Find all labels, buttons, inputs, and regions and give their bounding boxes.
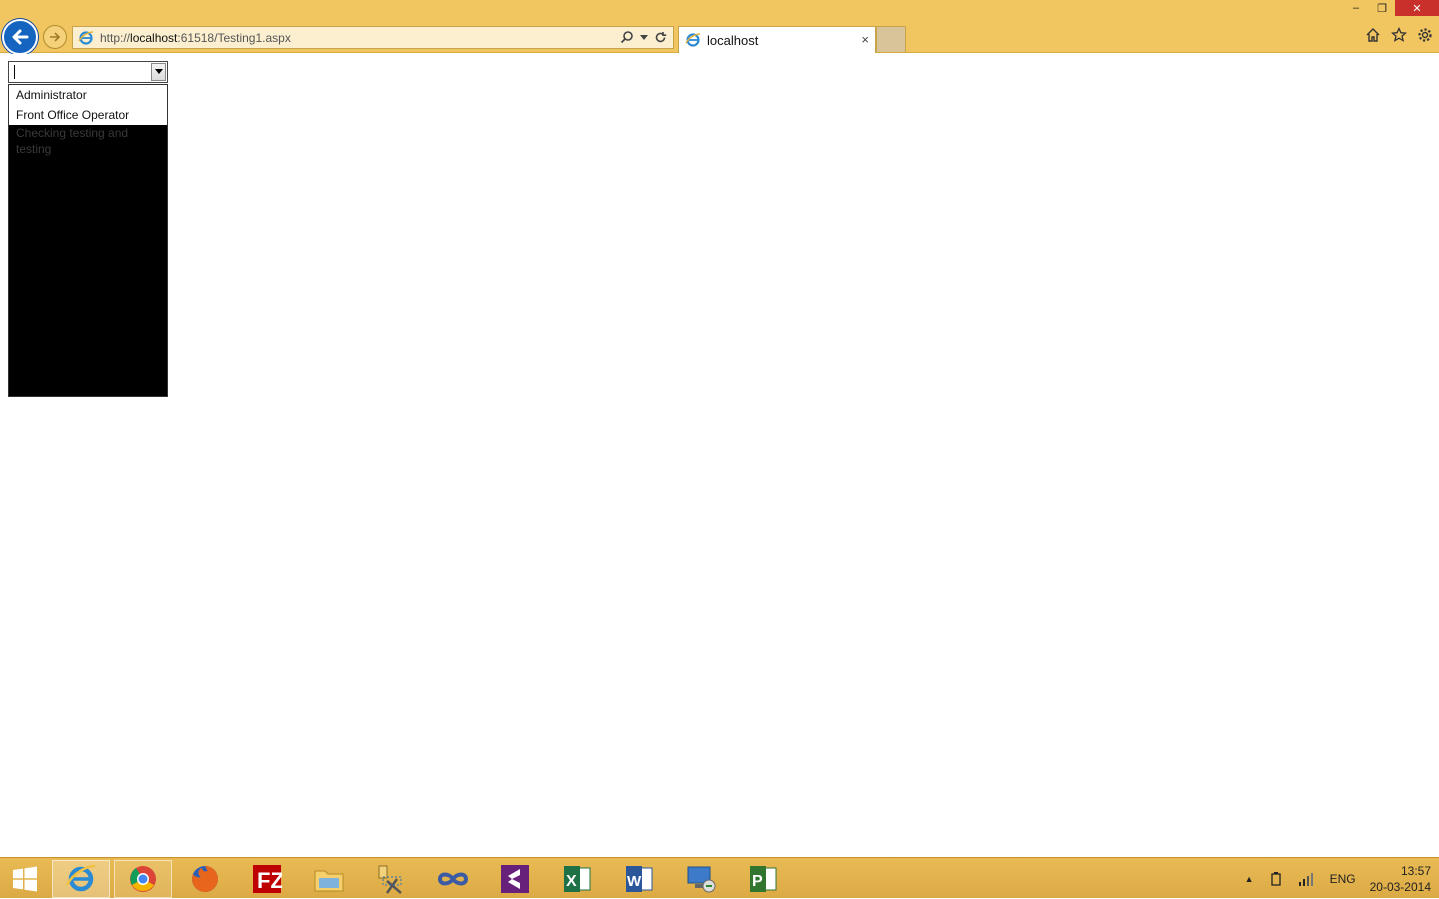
clock[interactable]: 13:57 20-03-2014: [1370, 863, 1431, 895]
new-tab-button[interactable]: [876, 26, 906, 52]
forward-button[interactable]: [43, 25, 67, 49]
dropdown-list: Administrator Front Office Operator Chec…: [8, 84, 168, 397]
taskbar-tools[interactable]: [362, 860, 420, 898]
tab-label: localhost: [707, 32, 759, 48]
tab-localhost[interactable]: localhost ×: [678, 26, 876, 53]
svg-text:FZ: FZ: [257, 868, 282, 893]
taskbar-remote-desktop[interactable]: [672, 860, 730, 898]
chrome-icon: [130, 866, 156, 892]
ie-page-icon: [78, 30, 94, 45]
visual-studio-icon: [501, 865, 529, 893]
word-icon: W: [626, 866, 653, 892]
star-icon[interactable]: [1391, 27, 1407, 43]
firefox-icon: [192, 866, 218, 892]
option-checking-testing[interactable]: Checking testing and testing: [9, 125, 149, 157]
minimize-button[interactable]: –: [1343, 0, 1369, 16]
svg-text:P: P: [752, 873, 763, 890]
text-caret: [14, 65, 15, 79]
remote-desktop-icon: [687, 866, 716, 893]
taskbar-excel[interactable]: X: [548, 860, 606, 898]
filezilla-icon: FZ: [253, 865, 282, 893]
ie-page-icon: [685, 33, 701, 47]
infinity-icon: [437, 872, 469, 886]
dropdown-button[interactable]: [151, 63, 166, 81]
taskbar-file-explorer[interactable]: [300, 860, 358, 898]
role-input[interactable]: [10, 63, 150, 81]
taskbar-word[interactable]: W: [610, 860, 668, 898]
chevron-down-icon[interactable]: [640, 33, 648, 41]
browser-toolbar: – ❐ ✕ http://localhost:61518/Testing1.as…: [0, 0, 1439, 55]
taskbar-firefox[interactable]: [176, 860, 234, 898]
role-combobox[interactable]: [8, 61, 168, 83]
window-controls: – ❐ ✕: [1343, 0, 1439, 16]
power-icon[interactable]: [1268, 871, 1284, 887]
chevron-down-icon: [154, 69, 163, 74]
taskbar-filezilla[interactable]: FZ: [238, 860, 296, 898]
taskbar-infinity-app[interactable]: [424, 860, 482, 898]
folder-icon: [314, 870, 344, 892]
taskbar-internet-explorer[interactable]: [52, 860, 110, 898]
refresh-icon[interactable]: [654, 31, 667, 44]
arrow-right-icon: [50, 32, 61, 42]
tools-icon: [378, 865, 402, 894]
clock-time: 13:57: [1400, 863, 1431, 878]
language-indicator[interactable]: ENG: [1330, 872, 1356, 886]
arrow-left-icon: [12, 29, 29, 45]
taskbar-visual-studio[interactable]: [486, 860, 544, 898]
tab-close-icon[interactable]: ×: [861, 32, 869, 47]
taskbar: FZ X W P ▲ ENG 13:57 20-03-2014: [0, 857, 1439, 898]
taskbar-chrome[interactable]: [114, 860, 172, 898]
excel-icon: X: [564, 866, 591, 892]
windows-start-button[interactable]: [0, 860, 50, 898]
network-signal-icon[interactable]: [1298, 872, 1316, 886]
internet-explorer-icon: [65, 864, 96, 892]
search-icon[interactable]: [620, 30, 634, 44]
svg-text:W: W: [627, 873, 642, 890]
back-button[interactable]: [2, 19, 38, 55]
taskbar-project[interactable]: P: [734, 860, 792, 898]
clock-date: 20-03-2014: [1369, 879, 1431, 894]
page-content: [0, 54, 1439, 857]
windows-logo-icon: [13, 866, 37, 892]
system-tray: ▲ ENG 13:57 20-03-2014: [1245, 858, 1431, 899]
svg-text:X: X: [566, 873, 577, 890]
show-hidden-icons[interactable]: ▲: [1245, 874, 1254, 884]
option-administrator[interactable]: Administrator: [9, 85, 167, 105]
home-icon[interactable]: [1365, 27, 1381, 43]
url-text: http://localhost:61518/Testing1.aspx: [100, 30, 291, 45]
option-front-office-operator[interactable]: Front Office Operator: [9, 105, 167, 125]
restore-button[interactable]: ❐: [1369, 0, 1395, 16]
gear-icon[interactable]: [1417, 27, 1433, 43]
address-bar[interactable]: http://localhost:61518/Testing1.aspx: [72, 26, 674, 49]
close-window-button[interactable]: ✕: [1395, 0, 1439, 16]
project-icon: P: [750, 866, 777, 892]
